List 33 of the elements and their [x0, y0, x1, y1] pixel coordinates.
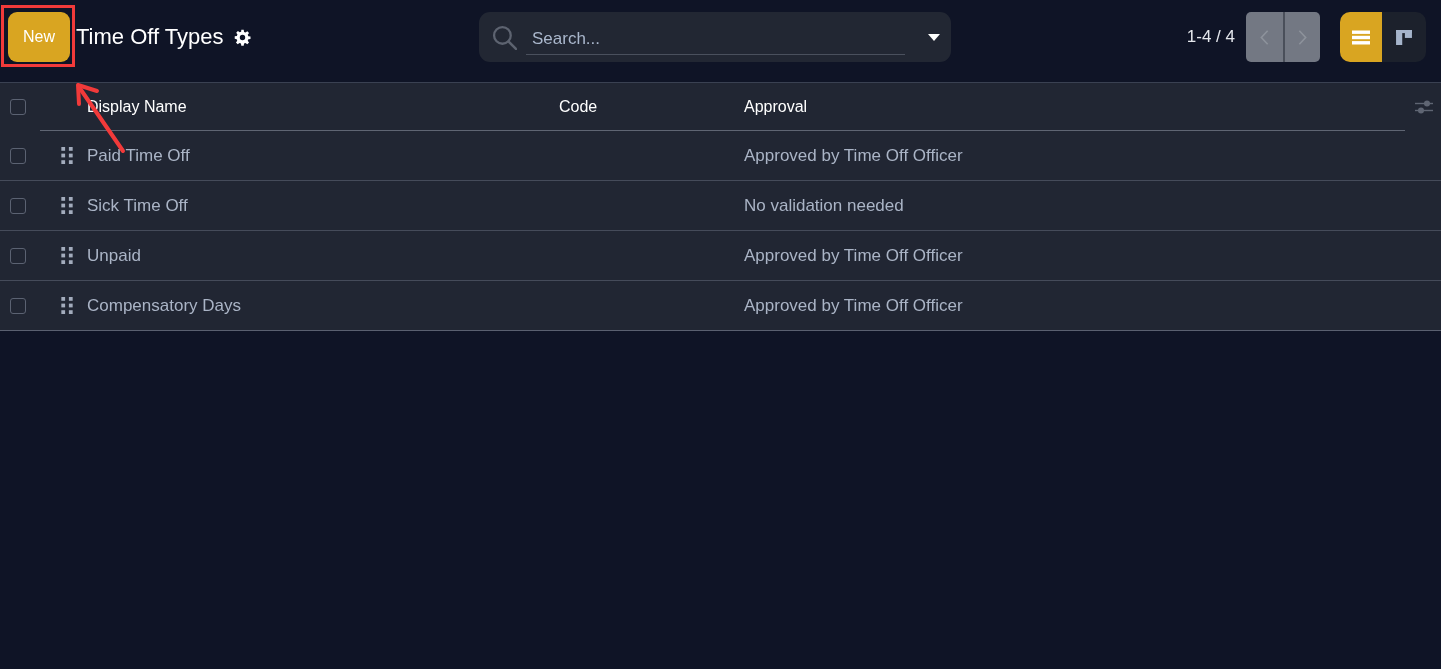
search-icon	[492, 24, 517, 50]
table-cell: Approved by Time Off Officer	[744, 295, 963, 316]
table-cell: Sick Time Off	[87, 195, 188, 216]
search-field[interactable]: Search...	[526, 23, 905, 55]
chevron-right-icon	[1298, 28, 1307, 46]
kanban-view-button[interactable]	[1382, 12, 1426, 62]
drag-handle-icon[interactable]	[61, 297, 73, 314]
chevron-left-icon	[1260, 28, 1269, 46]
row-checkbox[interactable]	[9, 147, 26, 164]
table-cell: No validation needed	[744, 195, 904, 216]
pager-value: 1-4 / 4	[1186, 27, 1235, 47]
row-checkbox[interactable]	[9, 197, 26, 214]
drag-handle-icon[interactable]	[61, 197, 73, 214]
table-cell: Compensatory Days	[87, 295, 241, 316]
search-bar[interactable]: Search...	[479, 12, 951, 62]
select-all-checkbox[interactable]	[9, 98, 26, 115]
page-title: Time Off Types	[76, 24, 224, 50]
table-cell: Approved by Time Off Officer	[744, 145, 963, 166]
settings-icon[interactable]	[233, 28, 251, 46]
list-icon	[1352, 29, 1370, 45]
drag-handle-icon[interactable]	[61, 147, 73, 164]
list-view-button[interactable]	[1340, 12, 1382, 62]
row-checkbox[interactable]	[9, 247, 26, 264]
column-header[interactable]: Code	[559, 97, 598, 116]
table-cell: Approved by Time Off Officer	[744, 245, 963, 266]
drag-handle-icon[interactable]	[61, 247, 73, 264]
caret-icon[interactable]	[928, 33, 940, 41]
column-settings-icon[interactable]	[1415, 99, 1433, 114]
column-header[interactable]: Approval	[744, 97, 808, 116]
row-checkbox[interactable]	[9, 297, 26, 314]
table-cell: Unpaid	[87, 245, 141, 266]
kanban-icon	[1395, 29, 1413, 45]
table-cell: Paid Time Off	[87, 145, 190, 166]
